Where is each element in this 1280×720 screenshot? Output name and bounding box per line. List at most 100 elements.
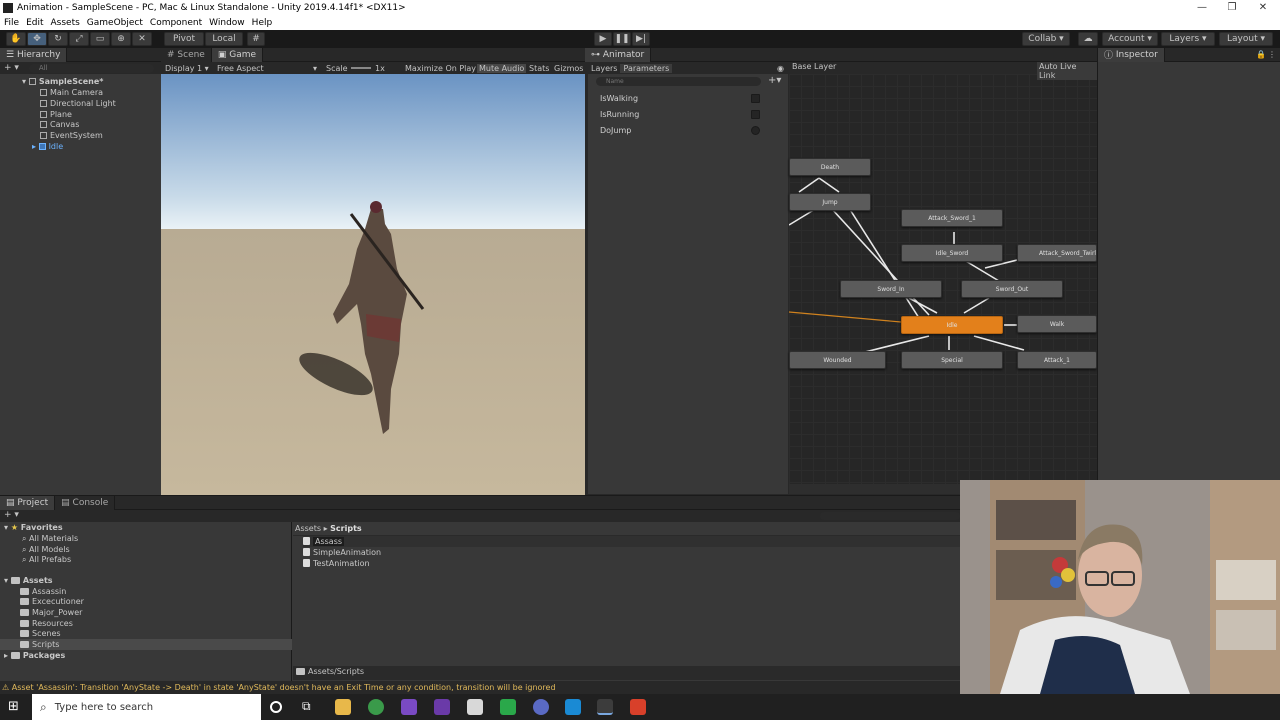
folder-excecutioner[interactable]: Excecutioner bbox=[20, 596, 84, 607]
file-explorer-icon[interactable] bbox=[335, 699, 351, 715]
camtasia-icon[interactable] bbox=[500, 699, 516, 715]
state-sword-in[interactable]: Sword_In bbox=[840, 280, 942, 298]
state-jump[interactable]: Jump bbox=[789, 193, 871, 211]
tab-animator[interactable]: ⊶ Animator bbox=[585, 47, 652, 62]
state-attack-1[interactable]: Attack_1 bbox=[1017, 351, 1097, 369]
tab-layers[interactable]: Layers bbox=[588, 64, 620, 73]
chrome-icon[interactable] bbox=[368, 699, 384, 715]
layers-dropdown[interactable]: Layers ▾ bbox=[1161, 32, 1215, 46]
play-button[interactable]: ▶ bbox=[594, 32, 612, 46]
aspect-dropdown[interactable]: Free Aspect bbox=[217, 64, 264, 73]
base-layer-breadcrumb[interactable]: Base Layer bbox=[792, 62, 836, 71]
close-button[interactable]: ✕ bbox=[1248, 0, 1278, 16]
mute-audio-toggle[interactable]: Mute Audio bbox=[477, 63, 527, 73]
rotate-tool-icon[interactable]: ↻ bbox=[48, 32, 68, 46]
stats-toggle[interactable]: Stats bbox=[529, 64, 549, 73]
hand-tool-icon[interactable]: ✋ bbox=[6, 32, 26, 46]
menu-gameobject[interactable]: GameObject bbox=[87, 18, 143, 28]
file-testanimation[interactable]: TestAnimation bbox=[303, 558, 370, 569]
scale-tool-icon[interactable]: ⤢ bbox=[69, 32, 89, 46]
pivot-toggle[interactable]: Pivot bbox=[164, 32, 204, 46]
kebab-menu-icon[interactable]: ⋮ bbox=[1268, 50, 1276, 59]
unity-taskbar-icon[interactable] bbox=[597, 699, 613, 715]
create-icon[interactable]: + ▾ bbox=[4, 510, 19, 520]
custom-tool-icon[interactable]: ✕ bbox=[132, 32, 152, 46]
hierarchy-item-canvas[interactable]: Canvas bbox=[40, 119, 79, 130]
cortana-icon[interactable] bbox=[270, 701, 282, 713]
step-button[interactable]: ▶| bbox=[632, 32, 650, 46]
recorder-icon[interactable] bbox=[630, 699, 646, 715]
snap-icon[interactable]: # bbox=[247, 32, 265, 46]
menu-file[interactable]: File bbox=[4, 18, 19, 28]
bool-checkbox[interactable] bbox=[751, 93, 760, 103]
status-bar[interactable]: ⚠ Asset 'Assassin': Transition 'AnyState… bbox=[0, 681, 960, 694]
lock-icon[interactable]: 🔒 bbox=[1256, 50, 1266, 59]
pause-button[interactable]: ❚❚ bbox=[613, 32, 631, 46]
hierarchy-item-main-camera[interactable]: Main Camera bbox=[40, 87, 103, 98]
parameter-dojump[interactable]: DoJump bbox=[588, 123, 788, 137]
aspect-dropdown-arrow[interactable]: ▾ bbox=[313, 64, 317, 73]
packages-root[interactable]: ▸ Packages bbox=[4, 650, 65, 661]
state-idle-default[interactable]: Idle bbox=[901, 316, 1003, 334]
state-special[interactable]: Special bbox=[901, 351, 1003, 369]
hierarchy-item-eventsystem[interactable]: EventSystem bbox=[40, 130, 103, 141]
eye-icon[interactable]: ◉ bbox=[777, 64, 784, 73]
state-idle-sword[interactable]: Idle_Sword bbox=[901, 244, 1003, 262]
menu-component[interactable]: Component bbox=[150, 18, 202, 28]
state-attack-sword-1[interactable]: Attack_Sword_1 bbox=[901, 209, 1003, 227]
obs-icon[interactable] bbox=[533, 699, 549, 715]
state-sword-out[interactable]: Sword_Out bbox=[961, 280, 1063, 298]
menu-edit[interactable]: Edit bbox=[26, 18, 43, 28]
hierarchy-item-directional-light[interactable]: Directional Light bbox=[40, 98, 116, 109]
file-assass-renaming[interactable]: Assass bbox=[303, 536, 960, 547]
scale-slider[interactable] bbox=[351, 67, 371, 69]
move-tool-icon[interactable]: ✥ bbox=[27, 32, 47, 46]
folder-major-power[interactable]: Major_Power bbox=[20, 607, 82, 618]
bool-checkbox[interactable] bbox=[751, 109, 760, 119]
skype-icon[interactable] bbox=[565, 699, 581, 715]
display-dropdown[interactable]: Display 1 ▾ bbox=[165, 64, 209, 73]
favorite-all-prefabs[interactable]: ⌕ All Prefabs bbox=[22, 554, 71, 565]
taskbar-search-input[interactable]: ⌕ Type here to search bbox=[32, 694, 261, 720]
breadcrumb-scripts[interactable]: Scripts bbox=[330, 524, 362, 533]
transform-tool-icon[interactable]: ⊕ bbox=[111, 32, 131, 46]
favorites-header[interactable]: ▾ ★ Favorites bbox=[4, 522, 63, 533]
collab-dropdown[interactable]: Collab ▾ bbox=[1022, 32, 1070, 46]
state-walk[interactable]: Walk bbox=[1017, 315, 1097, 333]
tab-inspector[interactable]: ⓘ Inspector bbox=[1098, 47, 1165, 62]
hierarchy-search-input[interactable]: All bbox=[28, 63, 154, 73]
visual-studio-icon[interactable] bbox=[401, 699, 417, 715]
file-simpleanimation[interactable]: SimpleAnimation bbox=[303, 547, 381, 558]
task-view-icon[interactable]: ⧉ bbox=[302, 699, 318, 715]
windows-start-icon[interactable]: ⊞ bbox=[8, 700, 22, 714]
rename-input[interactable]: Assass bbox=[313, 537, 345, 546]
maximize-on-play-toggle[interactable]: Maximize On Play bbox=[405, 64, 476, 73]
tab-parameters[interactable]: Parameters bbox=[620, 63, 673, 73]
folder-scripts[interactable]: Scripts bbox=[0, 639, 292, 650]
gizmos-toggle[interactable]: Gizmos bbox=[554, 64, 583, 73]
maximize-button[interactable]: ❐ bbox=[1217, 0, 1247, 16]
auto-live-link-toggle[interactable]: Auto Live Link bbox=[1037, 62, 1097, 80]
cloud-icon[interactable]: ☁ bbox=[1078, 32, 1098, 46]
menu-help[interactable]: Help bbox=[252, 18, 273, 28]
visual-studio-2-icon[interactable] bbox=[434, 699, 450, 715]
folder-scenes[interactable]: Scenes bbox=[20, 628, 61, 639]
trigger-radio[interactable] bbox=[751, 125, 760, 135]
tab-console[interactable]: ▤ Console bbox=[55, 495, 116, 510]
breadcrumb-assets[interactable]: Assets bbox=[295, 524, 321, 533]
add-icon[interactable]: + ▾ bbox=[4, 63, 19, 73]
add-parameter-icon[interactable]: +▾ bbox=[768, 75, 781, 86]
tab-project[interactable]: ▤ Project bbox=[0, 495, 56, 510]
game-viewport[interactable] bbox=[161, 74, 585, 495]
tab-scene[interactable]: # Scene bbox=[161, 47, 212, 62]
rect-tool-icon[interactable]: ▭ bbox=[90, 32, 110, 46]
scene-root[interactable]: ▾ SampleScene* bbox=[22, 76, 103, 87]
unity-hub-icon[interactable] bbox=[467, 699, 483, 715]
tab-game[interactable]: ▣ Game bbox=[211, 47, 264, 62]
parameter-search-input[interactable]: Name bbox=[596, 77, 761, 86]
hierarchy-item-idle[interactable]: ▸ Idle bbox=[32, 141, 63, 152]
layout-dropdown[interactable]: Layout ▾ bbox=[1219, 32, 1273, 46]
state-attack-sword-twirl[interactable]: Attack_Sword_Twirl bbox=[1017, 244, 1097, 262]
parameter-iswalking[interactable]: IsWalking bbox=[588, 91, 788, 105]
menu-assets[interactable]: Assets bbox=[51, 18, 80, 28]
